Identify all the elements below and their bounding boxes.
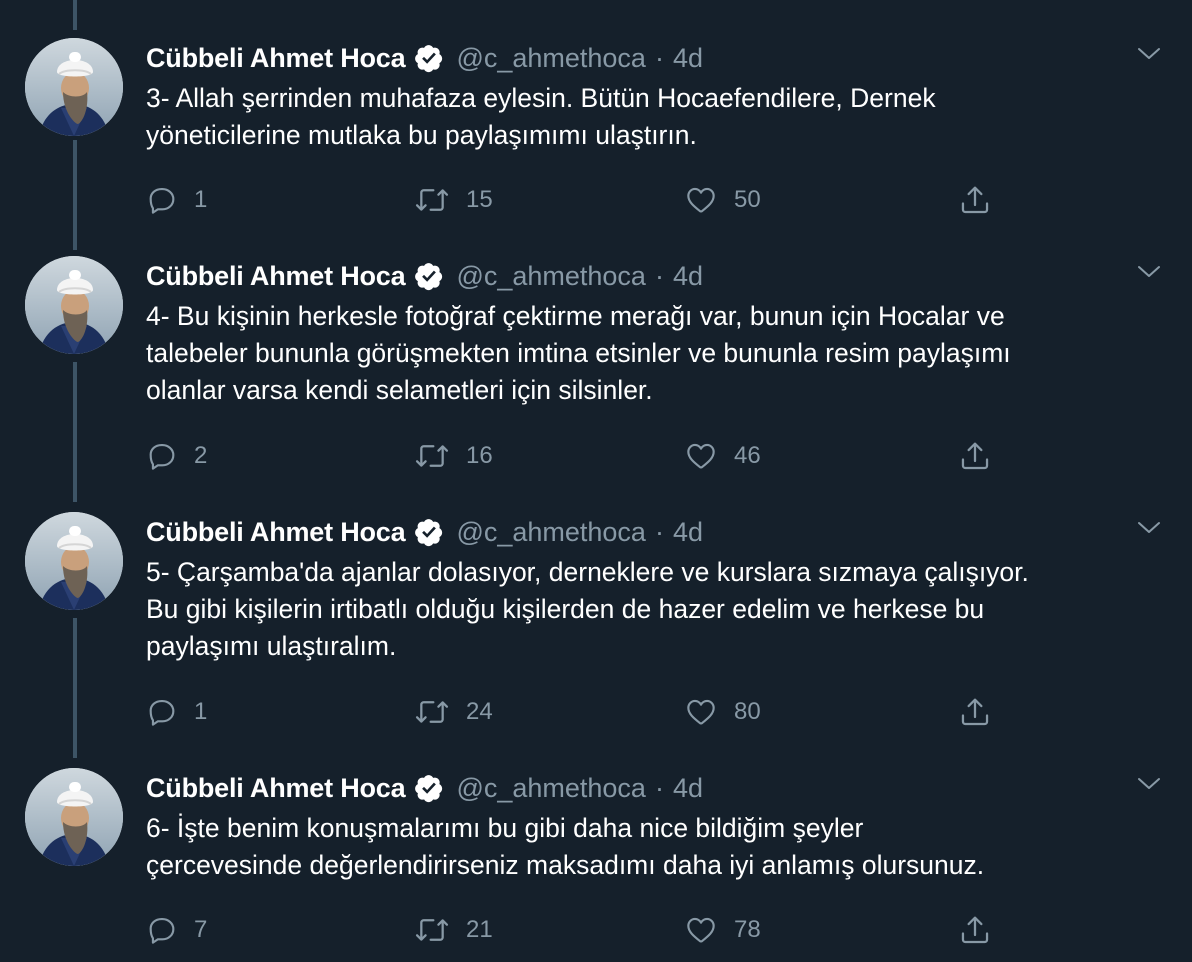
reply-count: 2 <box>194 442 208 469</box>
like-button[interactable]: 50 <box>684 180 761 220</box>
author-name[interactable]: Cübbeli Ahmet Hoca <box>146 43 406 74</box>
author-name[interactable]: Cübbeli Ahmet Hoca <box>146 773 406 804</box>
retweet-icon <box>414 184 450 216</box>
like-button[interactable]: 78 <box>684 910 761 950</box>
heart-icon <box>684 914 718 946</box>
retweet-icon <box>414 440 450 472</box>
avatar[interactable] <box>25 512 123 610</box>
share-icon <box>958 913 992 947</box>
reply-button[interactable]: 2 <box>146 436 207 476</box>
retweet-count: 15 <box>466 186 493 213</box>
share-button[interactable] <box>958 180 992 220</box>
tweet-header: Cübbeli Ahmet Hoca @c_ahmethoca · 4d <box>146 512 703 552</box>
reply-icon <box>146 184 178 216</box>
tweet-text: 3- Allah şerrinden muhafaza eylesin. Büt… <box>146 83 936 150</box>
author-handle[interactable]: @c_ahmethoca <box>456 261 646 292</box>
tweet-header: Cübbeli Ahmet Hoca @c_ahmethoca · 4d <box>146 38 703 78</box>
heart-icon <box>684 184 718 216</box>
tweet-actions: 1 24 80 <box>0 692 1192 732</box>
verified-badge-icon <box>414 261 444 291</box>
tweet[interactable]: Cübbeli Ahmet Hoca @c_ahmethoca · 4d 4- … <box>0 256 1192 476</box>
chevron-down-icon[interactable] <box>1136 44 1162 62</box>
share-icon <box>958 439 992 473</box>
author-name[interactable]: Cübbeli Ahmet Hoca <box>146 261 406 292</box>
author-handle[interactable]: @c_ahmethoca <box>456 773 646 804</box>
reply-count: 7 <box>194 916 208 943</box>
retweet-count: 21 <box>466 916 493 943</box>
verified-badge-icon <box>414 43 444 73</box>
avatar[interactable] <box>25 768 123 866</box>
tweet[interactable]: Cübbeli Ahmet Hoca @c_ahmethoca · 4d 5- … <box>0 512 1192 732</box>
verified-badge-icon <box>414 517 444 547</box>
thread-connector-line <box>73 0 77 30</box>
like-button[interactable]: 80 <box>684 692 761 732</box>
author-handle[interactable]: @c_ahmethoca <box>456 517 646 548</box>
share-icon <box>958 183 992 217</box>
tweet[interactable]: Cübbeli Ahmet Hoca @c_ahmethoca · 4d 6- … <box>0 768 1192 950</box>
retweet-button[interactable]: 15 <box>414 180 493 220</box>
like-count: 78 <box>734 916 761 943</box>
author-handle[interactable]: @c_ahmethoca <box>456 43 646 74</box>
tweet[interactable]: Cübbeli Ahmet Hoca @c_ahmethoca · 4d 3- … <box>0 38 1192 220</box>
avatar[interactable] <box>25 256 123 354</box>
reply-icon <box>146 914 178 946</box>
tweet-thread: Cübbeli Ahmet Hoca @c_ahmethoca · 4d 3- … <box>0 0 1192 962</box>
separator-dot: · <box>654 42 664 73</box>
tweet-text: 5- Çarşamba'da ajanlar dolasıyor, dernek… <box>146 557 1029 661</box>
timestamp[interactable]: 4d <box>673 261 703 292</box>
retweet-icon <box>414 696 450 728</box>
retweet-count: 16 <box>466 442 493 469</box>
retweet-button[interactable]: 24 <box>414 692 493 732</box>
author-name[interactable]: Cübbeli Ahmet Hoca <box>146 517 406 548</box>
like-button[interactable]: 46 <box>684 436 761 476</box>
tweet-header: Cübbeli Ahmet Hoca @c_ahmethoca · 4d <box>146 256 703 296</box>
reply-icon <box>146 440 178 472</box>
tweet-text: 6- İşte benim konuşmalarımı bu gibi daha… <box>146 813 985 880</box>
reply-button[interactable]: 7 <box>146 910 207 950</box>
verified-badge-icon <box>414 773 444 803</box>
tweet-actions: 2 16 46 <box>0 436 1192 476</box>
reply-icon <box>146 696 178 728</box>
reply-count: 1 <box>194 698 208 725</box>
reply-button[interactable]: 1 <box>146 180 207 220</box>
share-button[interactable] <box>958 692 992 732</box>
separator-dot: · <box>654 516 664 547</box>
separator-dot: · <box>654 772 664 803</box>
retweet-count: 24 <box>466 698 493 725</box>
tweet-header: Cübbeli Ahmet Hoca @c_ahmethoca · 4d <box>146 768 703 808</box>
heart-icon <box>684 696 718 728</box>
like-count: 50 <box>734 186 761 213</box>
reply-count: 1 <box>194 186 208 213</box>
timestamp[interactable]: 4d <box>673 43 703 74</box>
share-button[interactable] <box>958 910 992 950</box>
heart-icon <box>684 440 718 472</box>
tweet-actions: 1 15 50 <box>0 180 1192 220</box>
tweet-actions: 7 21 78 <box>0 910 1192 950</box>
like-count: 46 <box>734 442 761 469</box>
retweet-button[interactable]: 21 <box>414 910 493 950</box>
retweet-icon <box>414 914 450 946</box>
timestamp[interactable]: 4d <box>673 517 703 548</box>
like-count: 80 <box>734 698 761 725</box>
share-button[interactable] <box>958 436 992 476</box>
retweet-button[interactable]: 16 <box>414 436 493 476</box>
chevron-down-icon[interactable] <box>1136 518 1162 536</box>
share-icon <box>958 695 992 729</box>
separator-dot: · <box>654 260 664 291</box>
tweet-text: 4- Bu kişinin herkesle fotoğraf çektirme… <box>146 301 1011 405</box>
timestamp[interactable]: 4d <box>673 773 703 804</box>
chevron-down-icon[interactable] <box>1136 262 1162 280</box>
chevron-down-icon[interactable] <box>1136 774 1162 792</box>
reply-button[interactable]: 1 <box>146 692 207 732</box>
avatar[interactable] <box>25 38 123 136</box>
